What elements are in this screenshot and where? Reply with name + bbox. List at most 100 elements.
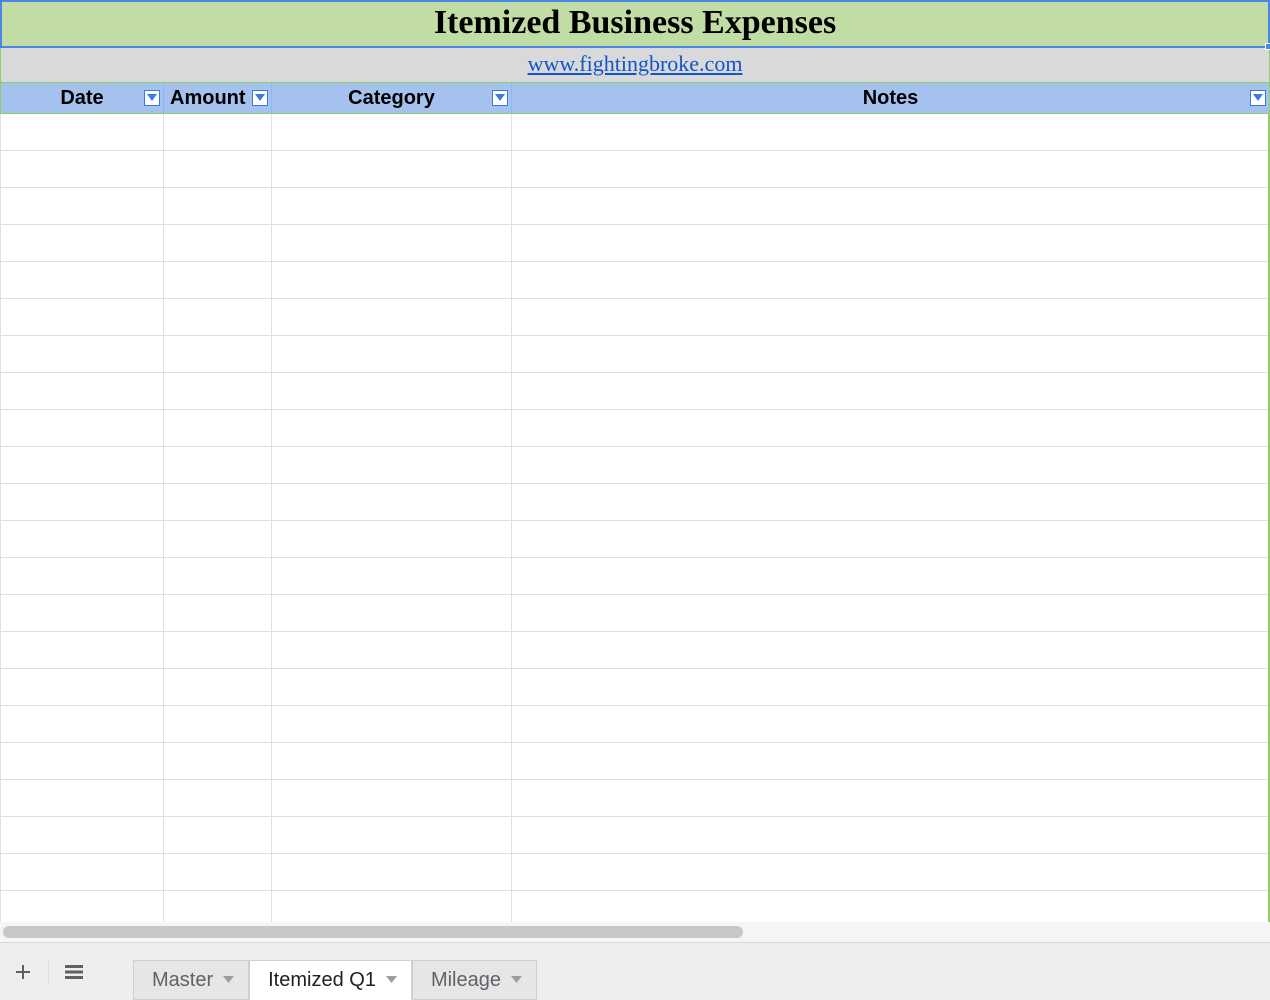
grid-cell[interactable]: [164, 706, 272, 742]
grid-cell[interactable]: [164, 521, 272, 557]
grid-cell[interactable]: [512, 151, 1268, 187]
grid-cell[interactable]: [512, 373, 1268, 409]
grid-cell[interactable]: [1, 114, 164, 150]
grid-cell[interactable]: [1, 299, 164, 335]
grid-row[interactable]: [1, 484, 1268, 521]
grid-cell[interactable]: [164, 114, 272, 150]
filter-button-date[interactable]: [144, 90, 160, 106]
grid-cell[interactable]: [1, 410, 164, 446]
grid-row[interactable]: [1, 299, 1268, 336]
grid-cell[interactable]: [512, 521, 1268, 557]
grid-row[interactable]: [1, 410, 1268, 447]
filter-button-amount[interactable]: [252, 90, 268, 106]
grid-cell[interactable]: [1, 743, 164, 779]
grid-cell[interactable]: [512, 669, 1268, 705]
grid-cell[interactable]: [164, 891, 272, 922]
grid-cell[interactable]: [1, 669, 164, 705]
grid-row[interactable]: [1, 669, 1268, 706]
grid-cell[interactable]: [512, 114, 1268, 150]
grid-cell[interactable]: [272, 114, 512, 150]
chevron-down-icon[interactable]: [511, 976, 522, 984]
grid-cell[interactable]: [512, 780, 1268, 816]
grid-row[interactable]: [1, 151, 1268, 188]
grid-cell[interactable]: [1, 632, 164, 668]
grid-cell[interactable]: [272, 151, 512, 187]
grid-cell[interactable]: [512, 854, 1268, 890]
grid-row[interactable]: [1, 706, 1268, 743]
grid-cell[interactable]: [272, 373, 512, 409]
grid-cell[interactable]: [272, 669, 512, 705]
grid-row[interactable]: [1, 632, 1268, 669]
chevron-down-icon[interactable]: [386, 976, 397, 984]
grid-cell[interactable]: [272, 521, 512, 557]
grid-cell[interactable]: [272, 743, 512, 779]
grid-cell[interactable]: [1, 521, 164, 557]
grid-cell[interactable]: [164, 225, 272, 261]
grid-cell[interactable]: [1, 706, 164, 742]
grid-cell[interactable]: [164, 151, 272, 187]
grid-cell[interactable]: [272, 595, 512, 631]
grid-cell[interactable]: [512, 410, 1268, 446]
sheet-tab-master[interactable]: Master: [133, 960, 249, 1000]
sheet-tab-mileage[interactable]: Mileage: [412, 960, 537, 1000]
all-sheets-button[interactable]: [57, 955, 91, 989]
grid-cell[interactable]: [512, 558, 1268, 594]
grid-cell[interactable]: [164, 558, 272, 594]
grid-cell[interactable]: [272, 780, 512, 816]
grid-cell[interactable]: [1, 854, 164, 890]
grid-cell[interactable]: [1, 262, 164, 298]
grid-cell[interactable]: [1, 595, 164, 631]
grid-cell[interactable]: [512, 743, 1268, 779]
grid-cell[interactable]: [272, 558, 512, 594]
grid-cell[interactable]: [512, 891, 1268, 922]
grid-row[interactable]: [1, 521, 1268, 558]
grid-cell[interactable]: [272, 262, 512, 298]
column-header-notes[interactable]: Notes: [512, 83, 1269, 113]
grid-cell[interactable]: [272, 447, 512, 483]
chevron-down-icon[interactable]: [223, 976, 234, 984]
add-sheet-button[interactable]: [6, 955, 40, 989]
grid-cell[interactable]: [272, 854, 512, 890]
grid-cell[interactable]: [272, 336, 512, 372]
site-link[interactable]: www.fightingbroke.com: [528, 51, 743, 76]
grid-cell[interactable]: [512, 225, 1268, 261]
grid-cell[interactable]: [1, 484, 164, 520]
grid-row[interactable]: [1, 854, 1268, 891]
column-header-category[interactable]: Category: [272, 83, 512, 113]
grid-row[interactable]: [1, 336, 1268, 373]
grid-cell[interactable]: [512, 817, 1268, 853]
grid-row[interactable]: [1, 225, 1268, 262]
grid-cell[interactable]: [1, 780, 164, 816]
spreadsheet-grid[interactable]: [0, 114, 1270, 922]
grid-cell[interactable]: [512, 188, 1268, 224]
grid-cell[interactable]: [164, 373, 272, 409]
selection-handle[interactable]: [1265, 43, 1270, 50]
column-header-amount[interactable]: Amount: [164, 83, 272, 113]
grid-cell[interactable]: [164, 595, 272, 631]
grid-cell[interactable]: [1, 891, 164, 922]
sheet-tab-itemized-q1[interactable]: Itemized Q1: [249, 960, 412, 1000]
grid-cell[interactable]: [164, 336, 272, 372]
grid-row[interactable]: [1, 373, 1268, 410]
column-header-date[interactable]: Date: [1, 83, 164, 113]
grid-row[interactable]: [1, 780, 1268, 817]
grid-cell[interactable]: [164, 817, 272, 853]
grid-row[interactable]: [1, 447, 1268, 484]
grid-row[interactable]: [1, 114, 1268, 151]
scrollbar-track[interactable]: [3, 926, 1267, 938]
grid-cell[interactable]: [164, 410, 272, 446]
grid-cell[interactable]: [164, 447, 272, 483]
grid-cell[interactable]: [272, 817, 512, 853]
grid-cell[interactable]: [272, 706, 512, 742]
grid-cell[interactable]: [272, 484, 512, 520]
grid-cell[interactable]: [272, 188, 512, 224]
filter-button-notes[interactable]: [1250, 90, 1266, 106]
grid-cell[interactable]: [164, 669, 272, 705]
grid-cell[interactable]: [512, 299, 1268, 335]
grid-cell[interactable]: [512, 595, 1268, 631]
grid-cell[interactable]: [164, 854, 272, 890]
grid-cell[interactable]: [164, 743, 272, 779]
horizontal-scrollbar[interactable]: [0, 922, 1270, 942]
grid-cell[interactable]: [1, 558, 164, 594]
grid-cell[interactable]: [272, 299, 512, 335]
